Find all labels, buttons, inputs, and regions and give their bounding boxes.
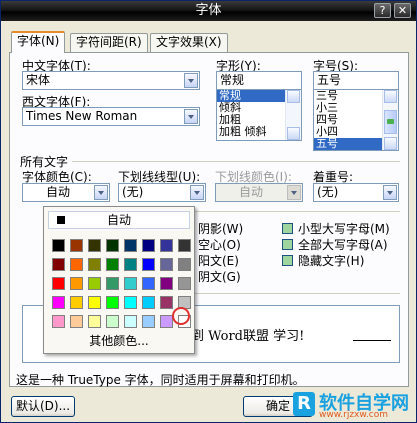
auto-color-label: 自动 [106,213,131,227]
underline-color-select: 自动 [215,183,303,202]
color-swatch[interactable] [178,277,191,290]
watermark: R 软件自学网 www.rjzxw.com [293,389,415,422]
font-color-select[interactable]: 自动 [22,183,110,202]
color-swatch[interactable] [142,315,155,328]
tab-font[interactable]: 字体(N) [11,31,66,53]
font-note: 这是一种 TrueType 字体，同时适用于屏幕和打印机。 [16,373,305,387]
effect-shadow-label[interactable]: 阴影(W) [198,220,243,237]
hidden-text-label[interactable]: 隐藏文字(H) [298,252,364,269]
font-color-value: 自动 [45,185,70,199]
color-swatch[interactable] [52,315,65,328]
chevron-down-icon[interactable] [94,185,108,200]
color-swatch[interactable] [106,277,119,290]
underline-color-value: 自动 [238,185,263,199]
size-scrollbar[interactable] [382,90,398,150]
color-swatch[interactable] [88,296,101,309]
chevron-down-icon [287,185,301,200]
color-swatch[interactable] [160,258,173,271]
color-swatch[interactable] [70,258,83,271]
section-divider [72,161,400,162]
scroll-thumb[interactable] [384,110,397,134]
effect-engrave-label[interactable]: 阴文(G) [198,268,241,285]
style-listbox[interactable]: 常规 倾斜 加粗 加粗 倾斜 [216,89,302,141]
small-caps-checkbox[interactable] [282,223,293,234]
color-swatch[interactable] [88,258,101,271]
tab-text-effects[interactable]: 文字效果(X) [150,33,228,52]
color-swatch[interactable] [70,239,83,252]
chevron-down-icon[interactable] [383,185,397,200]
size-listbox[interactable]: 三号 小三 四号 小四 五号 [313,89,399,151]
preview-text: 到 Word联盟 学习! [191,329,305,344]
color-swatch[interactable] [106,239,119,252]
color-swatch[interactable] [88,277,101,290]
color-swatch[interactable] [160,239,173,252]
close-button[interactable]: ✕ [394,3,411,18]
color-swatch[interactable] [124,296,137,309]
tab-character-spacing[interactable]: 字符间距(R) [70,33,148,52]
chevron-down-icon[interactable] [184,73,198,88]
color-swatch[interactable] [178,239,191,252]
font-dialog: 字体 ? ✕ 字体(N) 字符间距(R) 文字效果(X) 中文字体(T): 宋体… [0,0,417,423]
color-swatch[interactable] [160,296,173,309]
color-swatch[interactable] [178,258,191,271]
size-input[interactable]: 五号 [313,71,399,90]
selection-highlight-ring [172,307,190,325]
color-swatch[interactable] [124,315,137,328]
title-bar: 字体 ? ✕ [1,1,416,21]
color-swatch[interactable] [124,258,137,271]
color-swatch[interactable] [88,315,101,328]
color-swatch[interactable] [142,277,155,290]
color-swatch[interactable] [52,277,65,290]
color-swatch[interactable] [124,239,137,252]
chevron-down-icon[interactable] [190,185,204,200]
color-swatch[interactable] [106,315,119,328]
color-swatch[interactable] [70,315,83,328]
western-font-select[interactable]: Times New Roman [22,107,200,126]
chinese-font-value: 宋体 [26,73,51,87]
color-swatch[interactable] [142,296,155,309]
western-font-value: Times New Roman [26,109,138,123]
scroll-down-arrow-icon[interactable] [287,127,300,140]
scroll-up-arrow-icon[interactable] [384,90,397,103]
all-caps-checkbox[interactable] [282,239,293,250]
help-button[interactable]: ? [374,3,391,18]
preview-underline [353,340,391,341]
auto-color-option[interactable]: 自动 [48,211,190,229]
emphasis-select[interactable]: (无) [313,183,399,202]
all-caps-label[interactable]: 全部大写字母(A) [298,236,388,253]
color-swatch[interactable] [52,296,65,309]
color-swatch[interactable] [160,277,173,290]
watermark-logo-icon: R [293,392,315,416]
color-swatch[interactable] [124,277,137,290]
color-swatch[interactable] [142,239,155,252]
watermark-url: www.rjzxw.com [319,410,388,420]
font-color-popup: 自动 其他颜色... [43,206,195,354]
color-swatch[interactable] [160,315,173,328]
color-swatch[interactable] [106,258,119,271]
style-scrollbar[interactable] [285,90,301,140]
more-colors-button[interactable]: 其他颜色... [48,333,190,349]
hidden-text-checkbox[interactable] [282,255,293,266]
chevron-down-icon[interactable] [184,109,198,124]
underline-style-value: (无) [122,185,144,199]
window-title: 字体 [195,3,222,18]
color-swatch[interactable] [142,258,155,271]
chinese-font-select[interactable]: 宋体 [22,71,200,90]
effect-emboss-label[interactable]: 阳文(E) [198,252,239,269]
scroll-down-arrow-icon[interactable] [384,137,397,150]
color-swatch[interactable] [106,296,119,309]
effect-outline-label[interactable]: 空心(O) [198,236,241,253]
color-swatch[interactable] [52,258,65,271]
color-swatch[interactable] [70,277,83,290]
color-swatch[interactable] [70,296,83,309]
scroll-up-arrow-icon[interactable] [287,90,300,103]
default-button[interactable]: 默认(D)... [11,396,75,417]
underline-style-select[interactable]: (无) [118,183,206,202]
color-swatch[interactable] [88,239,101,252]
color-swatch[interactable] [52,239,65,252]
style-input[interactable]: 常规 [216,71,302,90]
small-caps-label[interactable]: 小型大写字母(M) [298,220,390,237]
emphasis-value: (无) [317,185,339,199]
